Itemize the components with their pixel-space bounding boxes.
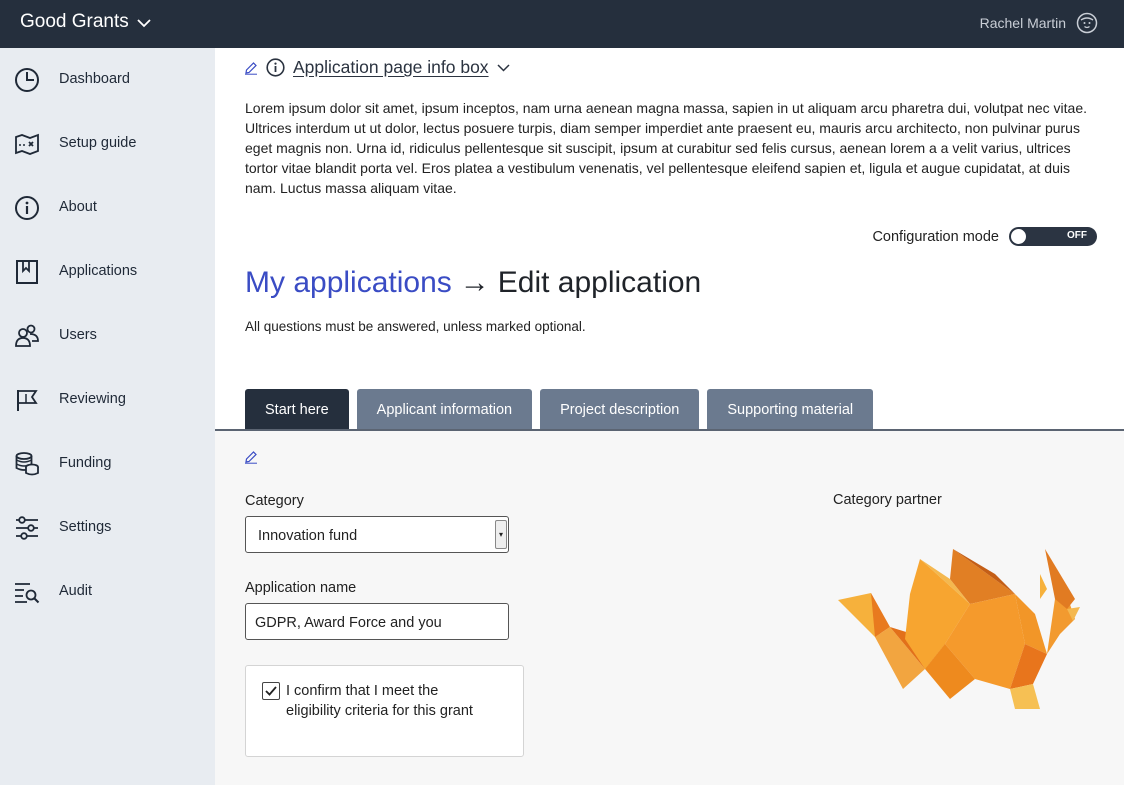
sliders-icon xyxy=(16,516,38,540)
tab-bar: Start here Applicant information Project… xyxy=(245,389,874,430)
sidebar-item-label: About xyxy=(59,199,97,215)
form-panel: Category Innovation fund ▾ Application n… xyxy=(215,431,1124,785)
sidebar: Dashboard Setup guide About Applications… xyxy=(0,48,215,785)
page-title: My applications → Edit application xyxy=(245,266,701,300)
sidebar-item-applications[interactable]: Applications xyxy=(0,240,215,304)
application-name-label: Application name xyxy=(245,580,357,596)
checkmark-icon xyxy=(265,686,277,696)
sidebar-item-label: Funding xyxy=(59,455,112,471)
page-title-text: Edit application xyxy=(497,266,702,299)
application-name-input[interactable]: GDPR, Award Force and you xyxy=(245,603,509,640)
brand-name: Good Grants xyxy=(20,11,129,32)
category-partner-label: Category partner xyxy=(833,492,942,508)
top-bar: Good Grants Rachel Martin xyxy=(0,0,1124,48)
sidebar-item-users[interactable]: Users xyxy=(0,304,215,368)
info-icon xyxy=(15,196,39,220)
configuration-mode: Configuration mode OFF xyxy=(872,227,1097,246)
tab-supporting-material[interactable]: Supporting material xyxy=(707,389,874,430)
dashboard-icon xyxy=(15,68,39,92)
main-content: Application page info box Lorem ipsum do… xyxy=(215,48,1124,785)
audit-search-icon xyxy=(15,583,40,604)
sidebar-item-label: Audit xyxy=(59,583,93,599)
toggle-knob xyxy=(1011,229,1026,244)
category-select[interactable]: Innovation fund ▾ xyxy=(245,516,509,553)
sidebar-item-funding[interactable]: Funding xyxy=(0,432,215,496)
eligibility-text: I confirm that I meet the eligibility cr… xyxy=(286,683,473,719)
sidebar-item-label: Settings xyxy=(59,519,112,535)
pencil-edit-icon[interactable] xyxy=(244,450,258,464)
sidebar-item-label: Reviewing xyxy=(59,391,126,407)
breadcrumb-my-applications[interactable]: My applications xyxy=(245,266,452,300)
user-menu[interactable]: Rachel Martin xyxy=(980,12,1098,34)
infobox-text: Lorem ipsum dolor sit amet, ipsum incept… xyxy=(245,100,1088,196)
sidebar-item-dashboard[interactable]: Dashboard xyxy=(0,48,215,112)
coins-icon xyxy=(15,452,39,476)
user-name: Rachel Martin xyxy=(979,15,1066,31)
eligibility-checkbox[interactable] xyxy=(262,682,280,700)
eligibility-card: I confirm that I meet the eligibility cr… xyxy=(245,665,524,757)
avatar-icon xyxy=(1076,12,1098,34)
tab-applicant-information[interactable]: Applicant information xyxy=(356,389,533,430)
origami-dragon-logo xyxy=(838,549,1080,709)
category-value: Innovation fund xyxy=(258,528,358,544)
infobox-header[interactable]: Application page info box xyxy=(244,57,510,78)
category-label: Category xyxy=(245,493,304,509)
brand-switcher[interactable]: Good Grants xyxy=(20,11,151,33)
sidebar-item-label: Setup guide xyxy=(59,135,137,151)
breadcrumb-arrow: → xyxy=(459,266,490,299)
sidebar-item-settings[interactable]: Settings xyxy=(0,496,215,560)
infobox-title[interactable]: Application page info box xyxy=(293,57,489,78)
info-icon xyxy=(266,58,285,77)
flag-icon xyxy=(17,390,38,411)
chevron-down-icon[interactable] xyxy=(497,63,510,72)
sidebar-item-about[interactable]: About xyxy=(0,176,215,240)
pencil-edit-icon[interactable] xyxy=(244,61,258,75)
tab-start-here[interactable]: Start here xyxy=(245,389,349,430)
users-icon xyxy=(15,324,39,347)
chevron-down-icon xyxy=(137,19,151,28)
configuration-mode-label: Configuration mode xyxy=(872,228,999,245)
sidebar-item-label: Dashboard xyxy=(59,71,130,87)
sidebar-item-label: Users xyxy=(59,327,97,343)
sidebar-item-setup-guide[interactable]: Setup guide xyxy=(0,112,215,176)
sidebar-item-reviewing[interactable]: Reviewing xyxy=(0,368,215,432)
dropdown-arrow-icon[interactable]: ▾ xyxy=(495,520,507,549)
tab-project-description[interactable]: Project description xyxy=(540,389,700,430)
map-icon xyxy=(15,133,39,155)
toggle-state: OFF xyxy=(1067,230,1087,241)
required-note: All questions must be answered, unless m… xyxy=(245,319,586,334)
bookmark-icon xyxy=(16,260,38,284)
sidebar-item-audit[interactable]: Audit xyxy=(0,560,215,624)
sidebar-item-label: Applications xyxy=(59,263,138,279)
configuration-mode-toggle[interactable]: OFF xyxy=(1009,227,1097,246)
